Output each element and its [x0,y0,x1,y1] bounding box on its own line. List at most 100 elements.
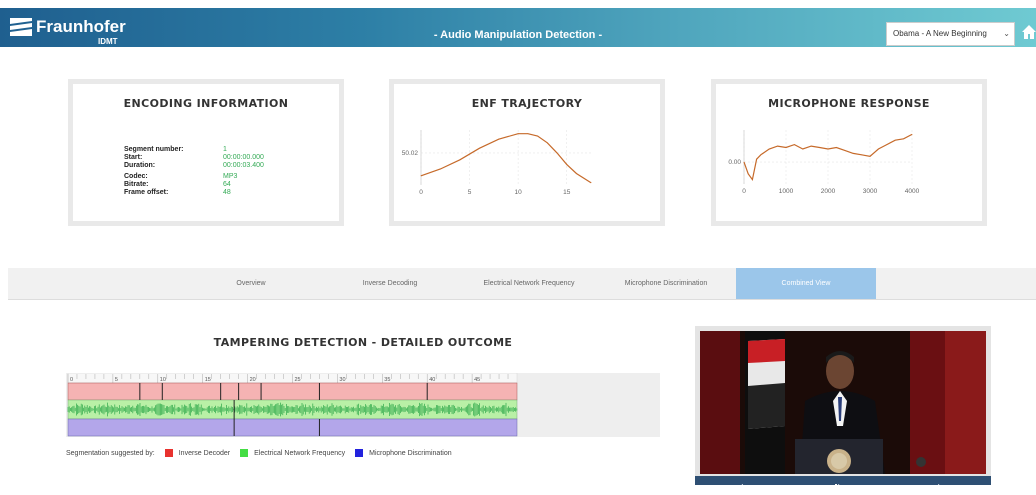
legend-swatch-inverse-decoder [164,449,173,457]
tab-microphone-discrimination[interactable]: Microphone Discrimination [591,268,741,299]
video-frame[interactable] [700,331,986,474]
x-tick-label: 0 [742,188,746,195]
data-point [852,152,854,154]
encoding-info-card: ENCODING INFORMATION Segment number: 1 S… [68,79,344,226]
tab-electrical-network-frequency[interactable]: Electrical Network Frequency [454,268,604,299]
legend-swatch-microphone [355,449,364,457]
video-player[interactable] [695,326,991,489]
enc-value: 1 [223,146,227,153]
view-tabs: Overview Inverse Decoding Electrical Net… [8,268,1036,300]
microphone-response-card: MICROPHONE RESPONSE 0 1000 2000 3000 4000 0.0… [711,79,987,226]
data-point [878,148,879,150]
tampering-detection-title: TAMPERING DETECTION - DETAILED OUTCOME [213,336,513,349]
y-tick-label: 50.02 [402,150,419,157]
audio-select-value: Obama - A New Beginning [893,29,987,38]
legend-label-inverse-decoder: Inverse Decoder [178,449,231,457]
enc-label: Duration: [124,162,156,169]
enc-label: Frame offset: [124,189,169,196]
ruler-label: 40 [429,377,435,383]
enc-value: MP3 [223,173,238,180]
data-point [517,133,519,135]
enc-label: Codec: [124,173,148,180]
x-tick-label: 1000 [779,188,794,195]
x-tick-label: 5 [468,189,472,196]
inverse-decoder-band [67,382,518,401]
tampering-timeline[interactable]: 0 5 10 15 20 25 30 35 40 45 [66,372,660,437]
enf-chart: 0 5 10 15 50.02 [402,130,592,196]
x-tick-label: 3000 [863,188,878,195]
data-point [844,150,846,151]
data-point [546,142,548,144]
video-still [700,331,986,474]
ruler-label: 15 [205,377,211,383]
ruler-label: 10 [160,377,166,383]
enc-value: 64 [223,181,231,188]
data-point [527,133,529,135]
data-point [566,163,568,165]
legend-label-microphone: Microphone Discrimination [369,449,452,457]
legend-label-enf: Electrical Network Frequency [254,449,346,457]
ruler-label: 20 [250,377,256,383]
microphone-chart: 0 1000 2000 3000 4000 0.00 [728,130,920,195]
data-point [894,139,896,141]
series-line [743,133,913,182]
ruler-label: 45 [474,377,480,383]
enc-label: Bitrate: [124,181,149,188]
x-tick-label: 15 [563,189,571,196]
data-point [836,147,837,148]
data-point [802,148,804,150]
data-point [810,145,812,147]
x-tick-label: 0 [419,189,423,196]
data-point [903,138,904,140]
x-tick-label: 2000 [821,188,836,195]
data-point [576,173,577,174]
ruler-label: 35 [384,377,390,383]
data-point [861,154,862,156]
data-point [556,152,558,154]
data-point [886,144,888,145]
video-controls-icons [739,484,942,489]
tab-overview[interactable]: Overview [176,268,326,299]
legend-swatch-enf [240,449,249,457]
page-title: - Audio Manipulation Detection - [433,29,603,41]
y-tick-label: 0.00 [728,159,741,166]
data-point [768,148,770,150]
legend-caption: Segmentation suggested by: [66,449,155,457]
microphone-band [67,418,518,437]
data-point [756,158,757,160]
data-point [747,173,749,175]
x-tick-label: 4000 [905,188,920,195]
data-point [498,138,500,140]
data-point [827,148,829,150]
ruler-label: 0 [70,377,73,383]
tab-inverse-decoding[interactable]: Inverse Decoding [315,268,465,299]
video-controls [695,476,991,489]
ruler-label: 5 [115,377,118,383]
encoding-info-title: ENCODING INFORMATION [123,97,289,110]
data-point [440,168,441,170]
tab-combined-view[interactable]: Combined View [736,268,876,299]
data-point [911,133,913,135]
enc-value: 00:00:03.400 [223,162,264,169]
data-point [537,135,538,137]
home-icon[interactable] [1022,24,1036,40]
timeline-chart: 0 5 10 15 20 25 30 35 40 45 [67,372,518,437]
audio-select[interactable]: Obama - A New Beginning ⌄ [886,22,1015,46]
data-point [420,175,422,177]
ruler-label: 25 [295,377,301,383]
enc-label: Segment number: [124,146,184,153]
data-point [819,147,820,148]
segmentation-legend: Segmentation suggested by: Inverse Decod… [66,449,452,457]
ruler-label: 30 [339,377,345,383]
data-point [794,144,795,145]
enf-trajectory-card: ENF TRAJECTORY 0 5 10 15 50.02 [389,79,665,226]
x-tick-label: 10 [515,189,523,196]
data-point [752,179,753,181]
data-point [777,145,778,147]
enc-value: 00:00:00.000 [223,154,264,161]
enc-label: Start: [124,154,143,161]
app-header: Fraunhofer IDMT - Audio Manipulation Det… [0,8,1036,47]
data-point [743,161,745,163]
enc-value: 48 [223,189,231,196]
chevron-down-icon: ⌄ [1003,29,1010,38]
